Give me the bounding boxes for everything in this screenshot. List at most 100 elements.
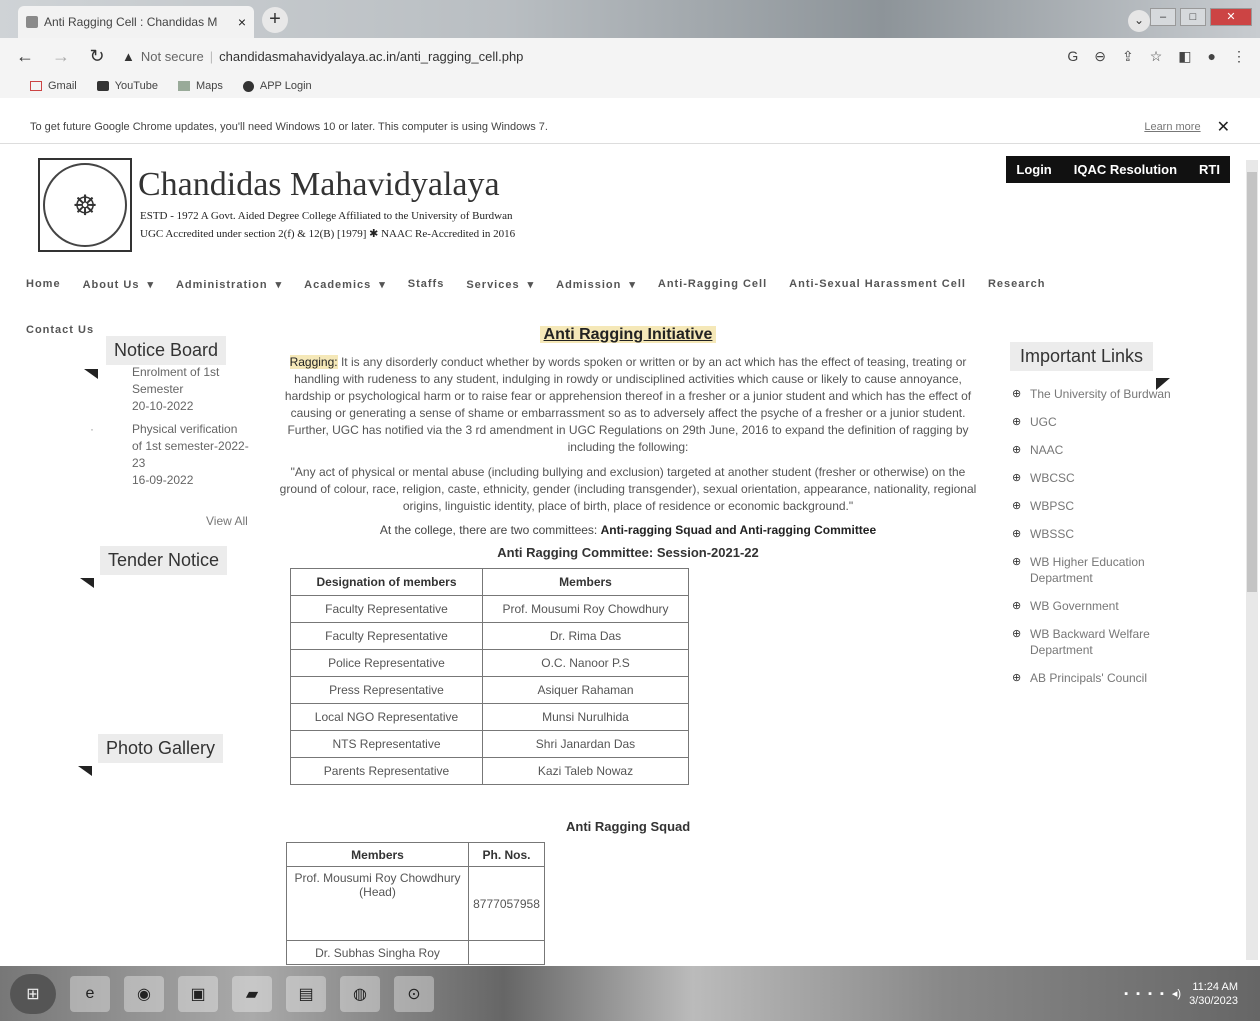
nav-label: Anti-Sexual Harassment Cell xyxy=(789,278,966,290)
profile-icon[interactable]: ● xyxy=(1208,48,1216,65)
taskbar-clock[interactable]: 11:24 AM 3/30/2023 xyxy=(1189,980,1238,1008)
tab-close-icon[interactable]: × xyxy=(238,14,246,30)
important-link-item[interactable]: ⊕ WBPSC xyxy=(1012,498,1182,514)
important-link-item[interactable]: ⊕ WBCSC xyxy=(1012,470,1182,486)
scrollbar-thumb[interactable] xyxy=(1247,172,1257,592)
view-all-link[interactable]: View All xyxy=(206,514,248,528)
tender-notice-title: Tender Notice xyxy=(100,546,228,575)
photo-gallery-title: Photo Gallery xyxy=(98,734,224,763)
bookmark-youtube[interactable]: YouTube xyxy=(96,80,158,92)
nav-label: About Us xyxy=(82,279,140,291)
important-link-item[interactable]: ⊕ WB Government xyxy=(1012,598,1182,614)
menu-icon[interactable]: ⋮ xyxy=(1232,48,1246,65)
nav-admission[interactable]: Admission ▾ xyxy=(556,278,636,300)
notice-item[interactable]: · Physical verification of 1st semester-… xyxy=(90,421,250,489)
scanner-icon[interactable]: ▰ xyxy=(232,975,272,1012)
bookmark-star-icon[interactable]: ☆ xyxy=(1150,48,1163,65)
bookmark-gmail[interactable]: Gmail xyxy=(30,80,77,92)
link-label[interactable]: AB Principals' Council xyxy=(1030,671,1147,685)
tab-search-icon[interactable]: ⌄ xyxy=(1128,10,1150,32)
window-close-button[interactable]: ✕ xyxy=(1210,8,1252,26)
zoom-icon[interactable]: ⊖ xyxy=(1094,48,1106,65)
nav-anti-sexual-harassment-cell[interactable]: Anti-Sexual Harassment Cell xyxy=(789,278,966,300)
tray-icon[interactable]: ▪ xyxy=(1148,988,1152,1000)
new-tab-button[interactable]: + xyxy=(262,7,288,33)
nav-label: Services xyxy=(466,279,520,291)
media-icon[interactable]: ◉ xyxy=(124,975,164,1012)
app-icon[interactable]: ▣ xyxy=(178,975,218,1012)
link-label[interactable]: WB Higher Education Department xyxy=(1030,555,1145,585)
important-link-item[interactable]: ⊕ WBSSC xyxy=(1012,526,1182,542)
security-label[interactable]: Not secure xyxy=(141,49,204,64)
login-link[interactable]: Login xyxy=(1016,162,1051,177)
college-subtitle-2: UGC Accredited under section 2(f) & 12(B… xyxy=(140,228,516,240)
address-bar[interactable]: ▲ Not secure | chandidasmahavidyalaya.ac… xyxy=(122,42,1053,70)
important-link-item[interactable]: ⊕ WB Higher Education Department xyxy=(1012,554,1182,586)
learn-more-link[interactable]: Learn more xyxy=(1144,121,1200,133)
tray-icon[interactable]: ▪ xyxy=(1136,988,1140,1000)
link-label[interactable]: WB Backward Welfare Department xyxy=(1030,627,1150,657)
important-link-item[interactable]: ⊕ The University of Burdwan xyxy=(1012,386,1182,402)
important-link-item[interactable]: ⊕ WB Backward Welfare Department xyxy=(1012,626,1182,658)
member-cell: Prof. Mousumi Roy Chowdhury xyxy=(482,595,689,623)
designation-cell: Faculty Representative xyxy=(290,595,483,623)
tray-icon[interactable]: ▪ xyxy=(1124,988,1128,1000)
nav-staffs[interactable]: Staffs xyxy=(408,278,445,300)
nav-anti-ragging-cell[interactable]: Anti-Ragging Cell xyxy=(658,278,767,300)
committees-prefix: At the college, there are two committees… xyxy=(379,523,601,537)
link-label[interactable]: WBPSC xyxy=(1030,499,1074,513)
column-header: Ph. Nos. xyxy=(468,842,545,867)
link-label[interactable]: UGC xyxy=(1030,415,1057,429)
chrome-taskbar-icon[interactable]: ◍ xyxy=(340,975,380,1012)
nav-home[interactable]: Home xyxy=(26,278,61,300)
nav-services[interactable]: Services ▾ xyxy=(466,278,534,300)
ie-icon[interactable]: e xyxy=(70,975,110,1012)
reload-icon[interactable]: ↻ xyxy=(86,46,108,67)
important-link-item[interactable]: ⊕ NAAC xyxy=(1012,442,1182,458)
notice-title[interactable]: Enrolment of 1st Semester xyxy=(132,364,250,398)
start-button[interactable]: ⊞ xyxy=(10,973,56,1014)
college-logo[interactable]: ☸ xyxy=(38,158,132,252)
infobar-close-icon[interactable]: ✕ xyxy=(1217,117,1230,137)
link-label[interactable]: WBCSC xyxy=(1030,471,1075,485)
important-link-item[interactable]: ⊕ UGC xyxy=(1012,414,1182,430)
nav-research[interactable]: Research xyxy=(988,278,1046,300)
notice-date: 20-10-2022 xyxy=(132,399,194,413)
important-link-item[interactable]: ⊕ AB Principals' Council xyxy=(1012,670,1182,686)
folder-icon[interactable]: ▤ xyxy=(286,975,326,1012)
side-panel-icon[interactable]: ◧ xyxy=(1178,48,1191,65)
minimize-button[interactable]: – xyxy=(1150,8,1176,26)
nav-contact-us[interactable]: Contact Us xyxy=(26,324,94,336)
favicon-icon xyxy=(26,16,38,28)
maximize-button[interactable]: □ xyxy=(1180,8,1206,26)
update-infobar: To get future Google Chrome updates, you… xyxy=(0,110,1260,144)
member-cell: Kazi Taleb Nowaz xyxy=(482,757,689,785)
bookmark-app-login[interactable]: APP Login xyxy=(242,80,312,92)
back-arrow-icon[interactable]: ← xyxy=(14,46,36,67)
link-label[interactable]: WB Government xyxy=(1030,599,1119,613)
search-app-icon[interactable]: ⊙ xyxy=(394,975,434,1012)
notice-item[interactable]: Enrolment of 1st Semester 20-10-2022 xyxy=(90,364,250,415)
caret-down-icon: ▾ xyxy=(629,279,636,291)
link-label[interactable]: WBSSC xyxy=(1030,527,1074,541)
nav-administration[interactable]: Administration ▾ xyxy=(176,278,282,300)
warning-icon[interactable]: ▲ xyxy=(122,49,135,64)
network-icon[interactable]: ▪ xyxy=(1160,988,1164,1000)
google-lens-icon[interactable]: G xyxy=(1067,48,1078,65)
nav-academics[interactable]: Academics ▾ xyxy=(304,278,386,300)
important-links-list: ⊕ The University of Burdwan ⊕ UGC ⊕ NAAC ⊕ W… xyxy=(1012,386,1182,698)
url-text[interactable]: chandidasmahavidyalaya.ac.in/anti_raggin… xyxy=(219,49,523,64)
browser-tab[interactable]: Anti Ragging Cell : Chandidas M × xyxy=(18,6,254,38)
notice-title[interactable]: Physical verification of 1st semester-20… xyxy=(132,421,250,472)
forward-arrow-icon[interactable]: → xyxy=(50,46,72,67)
caret-down-icon: ▾ xyxy=(379,279,386,291)
volume-icon[interactable]: ◂) xyxy=(1172,987,1181,1000)
iqac-resolution-link[interactable]: IQAC Resolution xyxy=(1074,162,1177,177)
link-label[interactable]: NAAC xyxy=(1030,443,1063,457)
rti-link[interactable]: RTI xyxy=(1199,162,1220,177)
share-icon[interactable]: ⇪ xyxy=(1122,48,1134,65)
bookmark-maps[interactable]: Maps xyxy=(177,80,223,92)
page-scrollbar[interactable] xyxy=(1246,160,1258,960)
nav-about-us[interactable]: About Us ▾ xyxy=(83,278,154,300)
link-label[interactable]: The University of Burdwan xyxy=(1030,387,1171,401)
